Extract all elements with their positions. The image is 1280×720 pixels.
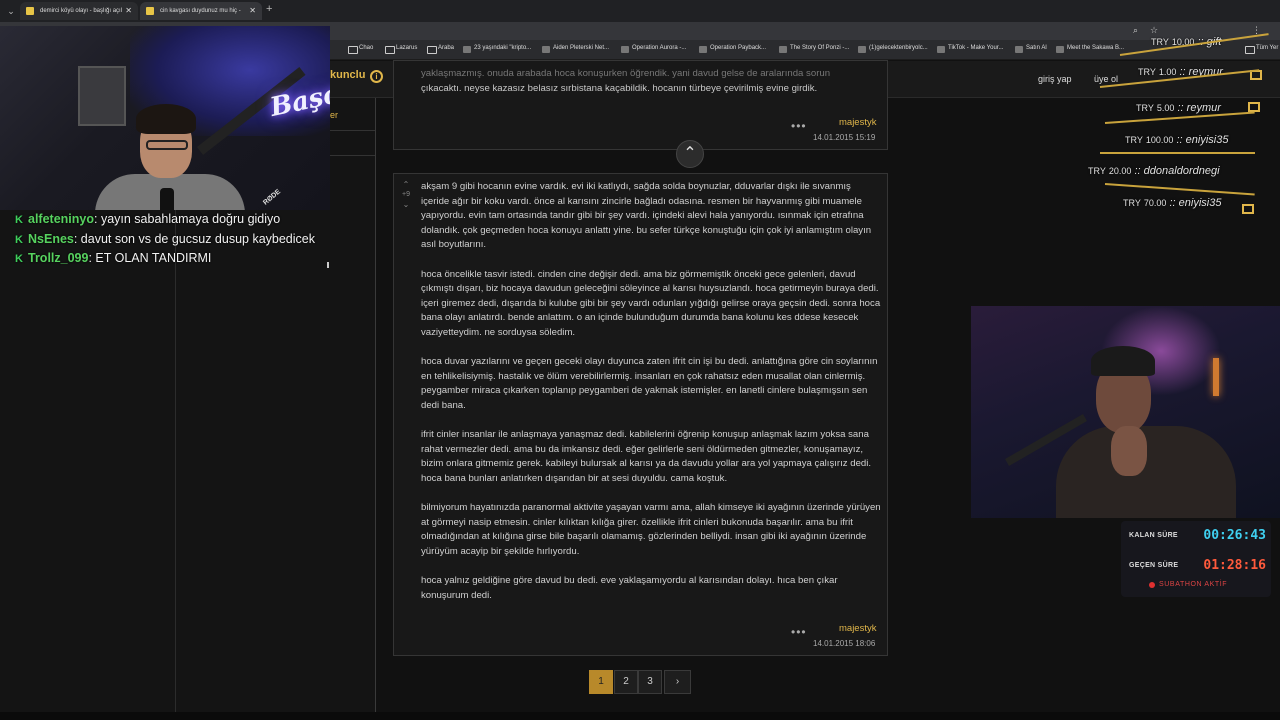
- streamer-glasses: [146, 140, 188, 150]
- taskbar-strip: [0, 712, 1280, 720]
- tab-favicon-icon: [26, 7, 34, 15]
- entry-author[interactable]: majestyk: [839, 623, 876, 634]
- chat-username: alfeteninyo: [28, 212, 94, 226]
- entry-faded-line: yaklaşmazmış. onuda arabada hoca konuşur…: [421, 68, 831, 79]
- subathon-status: SUBATHON AKTİF: [1148, 581, 1228, 588]
- bookmark-item[interactable]: TikTok - Make Your...: [937, 45, 1003, 53]
- next-page-button[interactable]: ›: [664, 670, 691, 694]
- donation-divider: [1104, 183, 1255, 196]
- elapsed-label: GEÇEN SÜRE: [1129, 562, 1179, 569]
- chat-text: : davut son vs de gucsuz dusup kaybedice…: [73, 231, 315, 246]
- chat-message: K Trollz_099: ET OLAN TANDIRMI: [15, 251, 335, 271]
- more-options-icon[interactable]: •••: [791, 625, 807, 639]
- donation-icon: [1248, 102, 1260, 112]
- downvote-icon[interactable]: ⌄: [400, 200, 412, 209]
- bookmark-folder[interactable]: Chao: [348, 45, 373, 54]
- elapsed-time: 01:28:16: [1203, 558, 1266, 573]
- guest-beanie: [1091, 346, 1155, 376]
- tab-search-icon[interactable]: ⌄: [4, 4, 18, 18]
- donation-item: TRY 70.00 :: eniyisi35: [1123, 197, 1222, 209]
- guest-hand: [1111, 426, 1147, 476]
- kick-badge-icon: K: [15, 214, 23, 226]
- tab-title: demirci köyü olayı - başlığı açıl: [40, 8, 123, 14]
- entry-author[interactable]: majestyk: [839, 117, 876, 128]
- streamer-webcam: Başo RØDE: [0, 26, 330, 210]
- left-nav-item[interactable]: er: [330, 110, 338, 120]
- remaining-label: KALAN SÜRE: [1129, 532, 1178, 539]
- donation-divider: [1100, 152, 1255, 154]
- entry-text: yaklaşmazmış. onuda arabada hoca konuşur…: [421, 67, 881, 96]
- microphone: [160, 188, 174, 210]
- bookmark-item[interactable]: Aiden Pleterski Net...: [542, 45, 609, 53]
- scroll-to-top-button[interactable]: ⌃: [676, 140, 704, 168]
- mic-brand-label: RØDE: [262, 188, 283, 207]
- close-tab-icon[interactable]: ✕: [125, 2, 132, 20]
- tab-favicon-icon: [146, 7, 154, 15]
- entry-date[interactable]: 14.01.2015 18:06: [813, 639, 875, 648]
- close-tab-icon[interactable]: ✕: [249, 2, 256, 20]
- donation-icon: [1242, 204, 1254, 214]
- site-logo-text: kunclu: [330, 69, 366, 81]
- entry-paragraph: hoca öncelikle tasvir istedi. cinden cin…: [421, 268, 881, 338]
- chat-text: : ET OLAN TANDIRMI: [88, 251, 212, 265]
- login-link[interactable]: giriş yap: [1038, 74, 1072, 84]
- page-button[interactable]: 2: [614, 670, 638, 694]
- browser-tab-2[interactable]: cin kavgası duydunuz mu hiç - ✕: [140, 2, 262, 20]
- site-logo[interactable]: kunclu: [330, 69, 365, 81]
- kick-badge-icon: K: [15, 233, 23, 246]
- bookmark-folder[interactable]: Lazarus: [385, 45, 417, 54]
- page-button[interactable]: 3: [638, 670, 662, 694]
- entry-paragraph: ifrit cinler insanlar ile anlaşmaya yana…: [421, 429, 872, 484]
- bookmark-item[interactable]: (1)gelecektenbiryolc...: [858, 45, 928, 53]
- bookmark-item[interactable]: Operation Aurora -...: [621, 45, 686, 53]
- donation-item: TRY 20.00 :: ddonaldordnegi: [1088, 165, 1220, 177]
- entry-paragraph: hoca duvar yazılarını ve geçen geceki ol…: [421, 356, 878, 411]
- webcam-lamp: [1213, 358, 1219, 396]
- entry-paragraph: hoca yalnız geldiğine göre davud bu dedi…: [421, 575, 838, 601]
- entry-card: yaklaşmazmış. onuda arabada hoca konuşur…: [393, 60, 888, 150]
- text-cursor: [327, 262, 329, 268]
- chat-message: K NsEnes: davut son vs de gucsuz dusup ka…: [15, 232, 335, 252]
- vote-box: ⌃ +9 ⌄: [400, 180, 412, 209]
- entry-date[interactable]: 14.01.2015 15:19: [813, 133, 875, 142]
- bookmark-item[interactable]: Satın Al: [1015, 45, 1047, 53]
- chat-username: NsEnes: [28, 231, 74, 246]
- donation-item: TRY 100.00 :: eniyisi35: [1125, 134, 1229, 146]
- browser-tab-1[interactable]: demirci köyü olayı - başlığı açıl ✕: [20, 2, 138, 20]
- donation-item: TRY 5.00 :: reymur: [1136, 102, 1221, 114]
- new-tab-icon[interactable]: +: [266, 3, 272, 15]
- guest-webcam: [971, 306, 1280, 518]
- kick-badge-icon: K: [15, 253, 23, 265]
- bookmark-folder[interactable]: Araba: [427, 45, 454, 54]
- entry-text: akşam 9 gibi hocanın evine vardık. evi i…: [421, 180, 881, 618]
- stream-chat: Kalfeteninyo: yayın sabahlamaya doğru gi…: [15, 212, 335, 271]
- chat-message: Kalfeteninyo: yayın sabahlamaya doğru gi…: [15, 212, 335, 232]
- donation-feed: TRY 10.00 :: gift TRY 1.00 :: reymur TRY…: [1080, 20, 1280, 230]
- bookmark-item[interactable]: Operation Payback...: [699, 45, 766, 53]
- page-button[interactable]: 1: [589, 670, 613, 694]
- entry-card: ⌃ +9 ⌄ akşam 9 gibi hocanın evine vardık…: [393, 173, 888, 656]
- more-options-icon[interactable]: •••: [791, 119, 807, 133]
- bookmark-item[interactable]: The Story Of Ponzi -...: [779, 45, 849, 53]
- entry-paragraph: bilmiyorum hayatınızda paranormal aktivi…: [421, 502, 881, 557]
- subathon-timer: KALAN SÜRE 00:26:43 GEÇEN SÜRE 01:28:16 …: [1121, 521, 1271, 597]
- browser-tabbar: ⌄ demirci köyü olayı - başlığı açıl ✕ ci…: [0, 0, 1280, 22]
- chat-username: Trollz_099: [28, 251, 89, 265]
- upvote-icon[interactable]: ⌃: [400, 180, 412, 189]
- entry-paragraph: akşam 9 gibi hocanın evine vardık. evi i…: [421, 181, 872, 251]
- remaining-time: 00:26:43: [1203, 528, 1266, 543]
- entry-paragraph: çıkacaktı. neyse kazasız belasız sırbist…: [421, 82, 818, 94]
- vote-count: +9: [402, 191, 410, 198]
- tab-title: cin kavgası duydunuz mu hiç -: [160, 8, 241, 14]
- info-icon[interactable]: i: [370, 70, 383, 83]
- bookmark-item[interactable]: 23 yaşındaki "kripto...: [463, 45, 531, 53]
- streamer-hair: [136, 104, 196, 134]
- chat-text: : yayın sabahlamaya doğru gidiyo: [94, 212, 281, 226]
- webcam-shelf: [78, 66, 126, 126]
